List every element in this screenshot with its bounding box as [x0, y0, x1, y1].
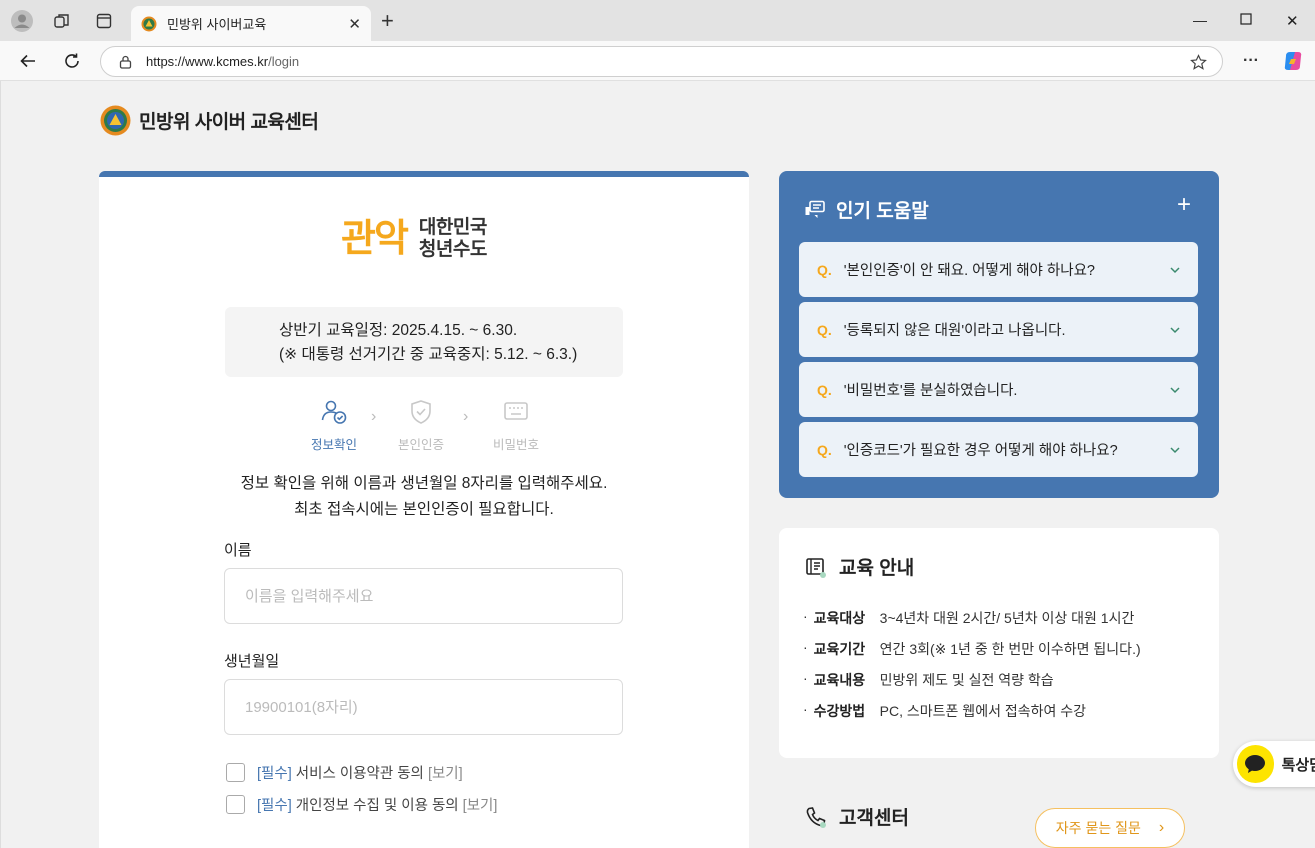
terms-checkbox[interactable]: [226, 763, 245, 782]
privacy-agree-row[interactable]: [필수] 개인정보 수집 및 이용 동의 [보기]: [226, 794, 497, 815]
copilot-icon[interactable]: [1282, 50, 1304, 72]
step-chevron-icon: ›: [463, 408, 469, 425]
gwanak-logo-subtitle: 대한민국 청년수도: [418, 217, 487, 260]
faq-more-plus-icon[interactable]: +: [1177, 193, 1191, 217]
privacy-checkbox[interactable]: [226, 795, 245, 814]
faq-header: 인기 도움말: [804, 196, 929, 223]
faq-item[interactable]: Q. '비밀번호'를 분실하였습니다.: [799, 362, 1198, 417]
site-favicon-icon: [141, 16, 157, 31]
faq-item[interactable]: Q. '인증코드'가 필요한 경우 어떻게 해야 하나요?: [799, 422, 1198, 477]
url-text: https://www.kcmes.kr/login: [146, 54, 300, 69]
terms-view-link[interactable]: [보기]: [428, 762, 463, 783]
chevron-down-icon: [1170, 326, 1180, 333]
faq-panel: 인기 도움말 + Q. '본인인증'이 안 돼요. 어떻게 해야 하나요? Q.…: [779, 171, 1219, 498]
browser-tab-active[interactable]: 민방위 사이버교육 ✕: [131, 6, 371, 41]
chevron-right-icon: ›: [1158, 819, 1165, 836]
gwanak-logo-text: 관악: [341, 217, 409, 260]
browser-toolbar: https://www.kcmes.kr/login ···: [0, 41, 1315, 81]
chevron-down-icon: [1170, 446, 1180, 453]
faq-title: 인기 도움말: [836, 201, 929, 222]
phone-icon: [806, 806, 826, 828]
edu-title: 교육 안내: [839, 558, 915, 579]
civil-defense-logo-icon[interactable]: [100, 105, 131, 136]
favorite-star-icon[interactable]: [1190, 54, 1207, 71]
edu-row: · 교육내용 민방위 제도 및 실전 역량 학습: [803, 670, 1054, 688]
back-arrow-icon[interactable]: [17, 50, 39, 72]
intro-text: 정보 확인을 위해 이름과 생년월일 8자리를 입력해주세요. 최초 접속시에는…: [240, 475, 608, 518]
user-check-icon: [321, 400, 347, 424]
more-menu-icon[interactable]: ···: [1240, 50, 1262, 72]
edu-row: · 수강방법 PC, 스마트폰 웹에서 접속하여 수강: [803, 701, 1087, 719]
name-input[interactable]: [224, 568, 623, 624]
tab-close-icon[interactable]: ✕: [348, 15, 361, 33]
edu-info-panel: 교육 안내 · 교육대상 3~4년차 대원 2시간/ 5년차 이상 대원 1시간 ·…: [779, 528, 1219, 758]
step-identity-verify: 본인인증: [386, 399, 456, 453]
refresh-icon[interactable]: [61, 50, 83, 72]
site-title[interactable]: 민방위 사이버 교육센터: [139, 107, 319, 134]
edu-header: 교육 안내: [805, 553, 914, 580]
browser-tabbar: 민방위 사이버교육 ✕ + — ✕: [0, 0, 1315, 41]
book-icon: [806, 557, 826, 578]
gwanak-logo: 관악 대한민국 청년수도: [341, 217, 487, 261]
login-panel: 관악 대한민국 청년수도 상반기 교육일정: 2025.4.15. ~ 6.30…: [99, 171, 749, 848]
lock-icon[interactable]: [119, 55, 132, 69]
customer-service-title: 고객센터: [839, 808, 909, 829]
site-header: 민방위 사이버 교육센터: [100, 105, 319, 136]
schedule-notice: 상반기 교육일정: 2025.4.15. ~ 6.30. (※ 대통령 선거기간…: [225, 307, 623, 377]
step-info-check: 정보확인: [299, 399, 369, 453]
edu-row: · 교육대상 3~4년차 대원 2시간/ 5년차 이상 대원 1시간: [803, 608, 1135, 626]
faq-item[interactable]: Q. '본인인증'이 안 돼요. 어떻게 해야 하나요?: [799, 242, 1198, 297]
maximize-icon[interactable]: [1240, 12, 1252, 28]
privacy-view-link[interactable]: [보기]: [463, 794, 498, 815]
chat-bubbles-icon: [805, 200, 825, 218]
page-content: 민방위 사이버 교육센터 관악 대한민국 청년수도 상반기 교육일정: 2025…: [0, 81, 1315, 848]
faq-item[interactable]: Q. '등록되지 않은 대원'이라고 나옵니다.: [799, 302, 1198, 357]
tab-title: 민방위 사이버교육: [167, 17, 267, 32]
edu-row: · 교육기간 연간 3회(※ 1년 중 한 번만 이수하면 됩니다.): [803, 639, 1141, 657]
step-password: 비밀번호: [481, 399, 551, 453]
birth-input[interactable]: [224, 679, 623, 735]
chevron-down-icon: [1170, 266, 1180, 273]
close-window-icon[interactable]: ✕: [1286, 12, 1299, 30]
faq-button[interactable]: 자주 묻는 질문 ›: [1035, 808, 1185, 848]
chat-bubble-icon: [1237, 745, 1274, 783]
tab-actions-icon[interactable]: [93, 10, 115, 32]
name-label: 이름: [224, 542, 252, 559]
keyboard-icon: [504, 402, 528, 420]
terms-agree-row[interactable]: [필수] 서비스 이용약관 동의 [보기]: [226, 762, 463, 783]
chevron-down-icon: [1170, 386, 1180, 393]
kakao-chat-button[interactable]: 톡상담: [1233, 741, 1315, 787]
address-bar[interactable]: https://www.kcmes.kr/login: [100, 46, 1223, 77]
step-chevron-icon: ›: [371, 408, 377, 425]
shield-check-icon: [411, 400, 431, 424]
customer-service-header: 고객센터: [805, 803, 909, 830]
profile-icon[interactable]: [11, 10, 33, 32]
new-tab-icon[interactable]: +: [381, 10, 394, 32]
minimize-icon[interactable]: —: [1193, 12, 1207, 28]
step-indicator: 정보확인 › 본인인증 › 비밀번호: [299, 399, 559, 459]
birth-label: 생년월일: [224, 653, 280, 670]
workspaces-icon[interactable]: [51, 10, 73, 32]
